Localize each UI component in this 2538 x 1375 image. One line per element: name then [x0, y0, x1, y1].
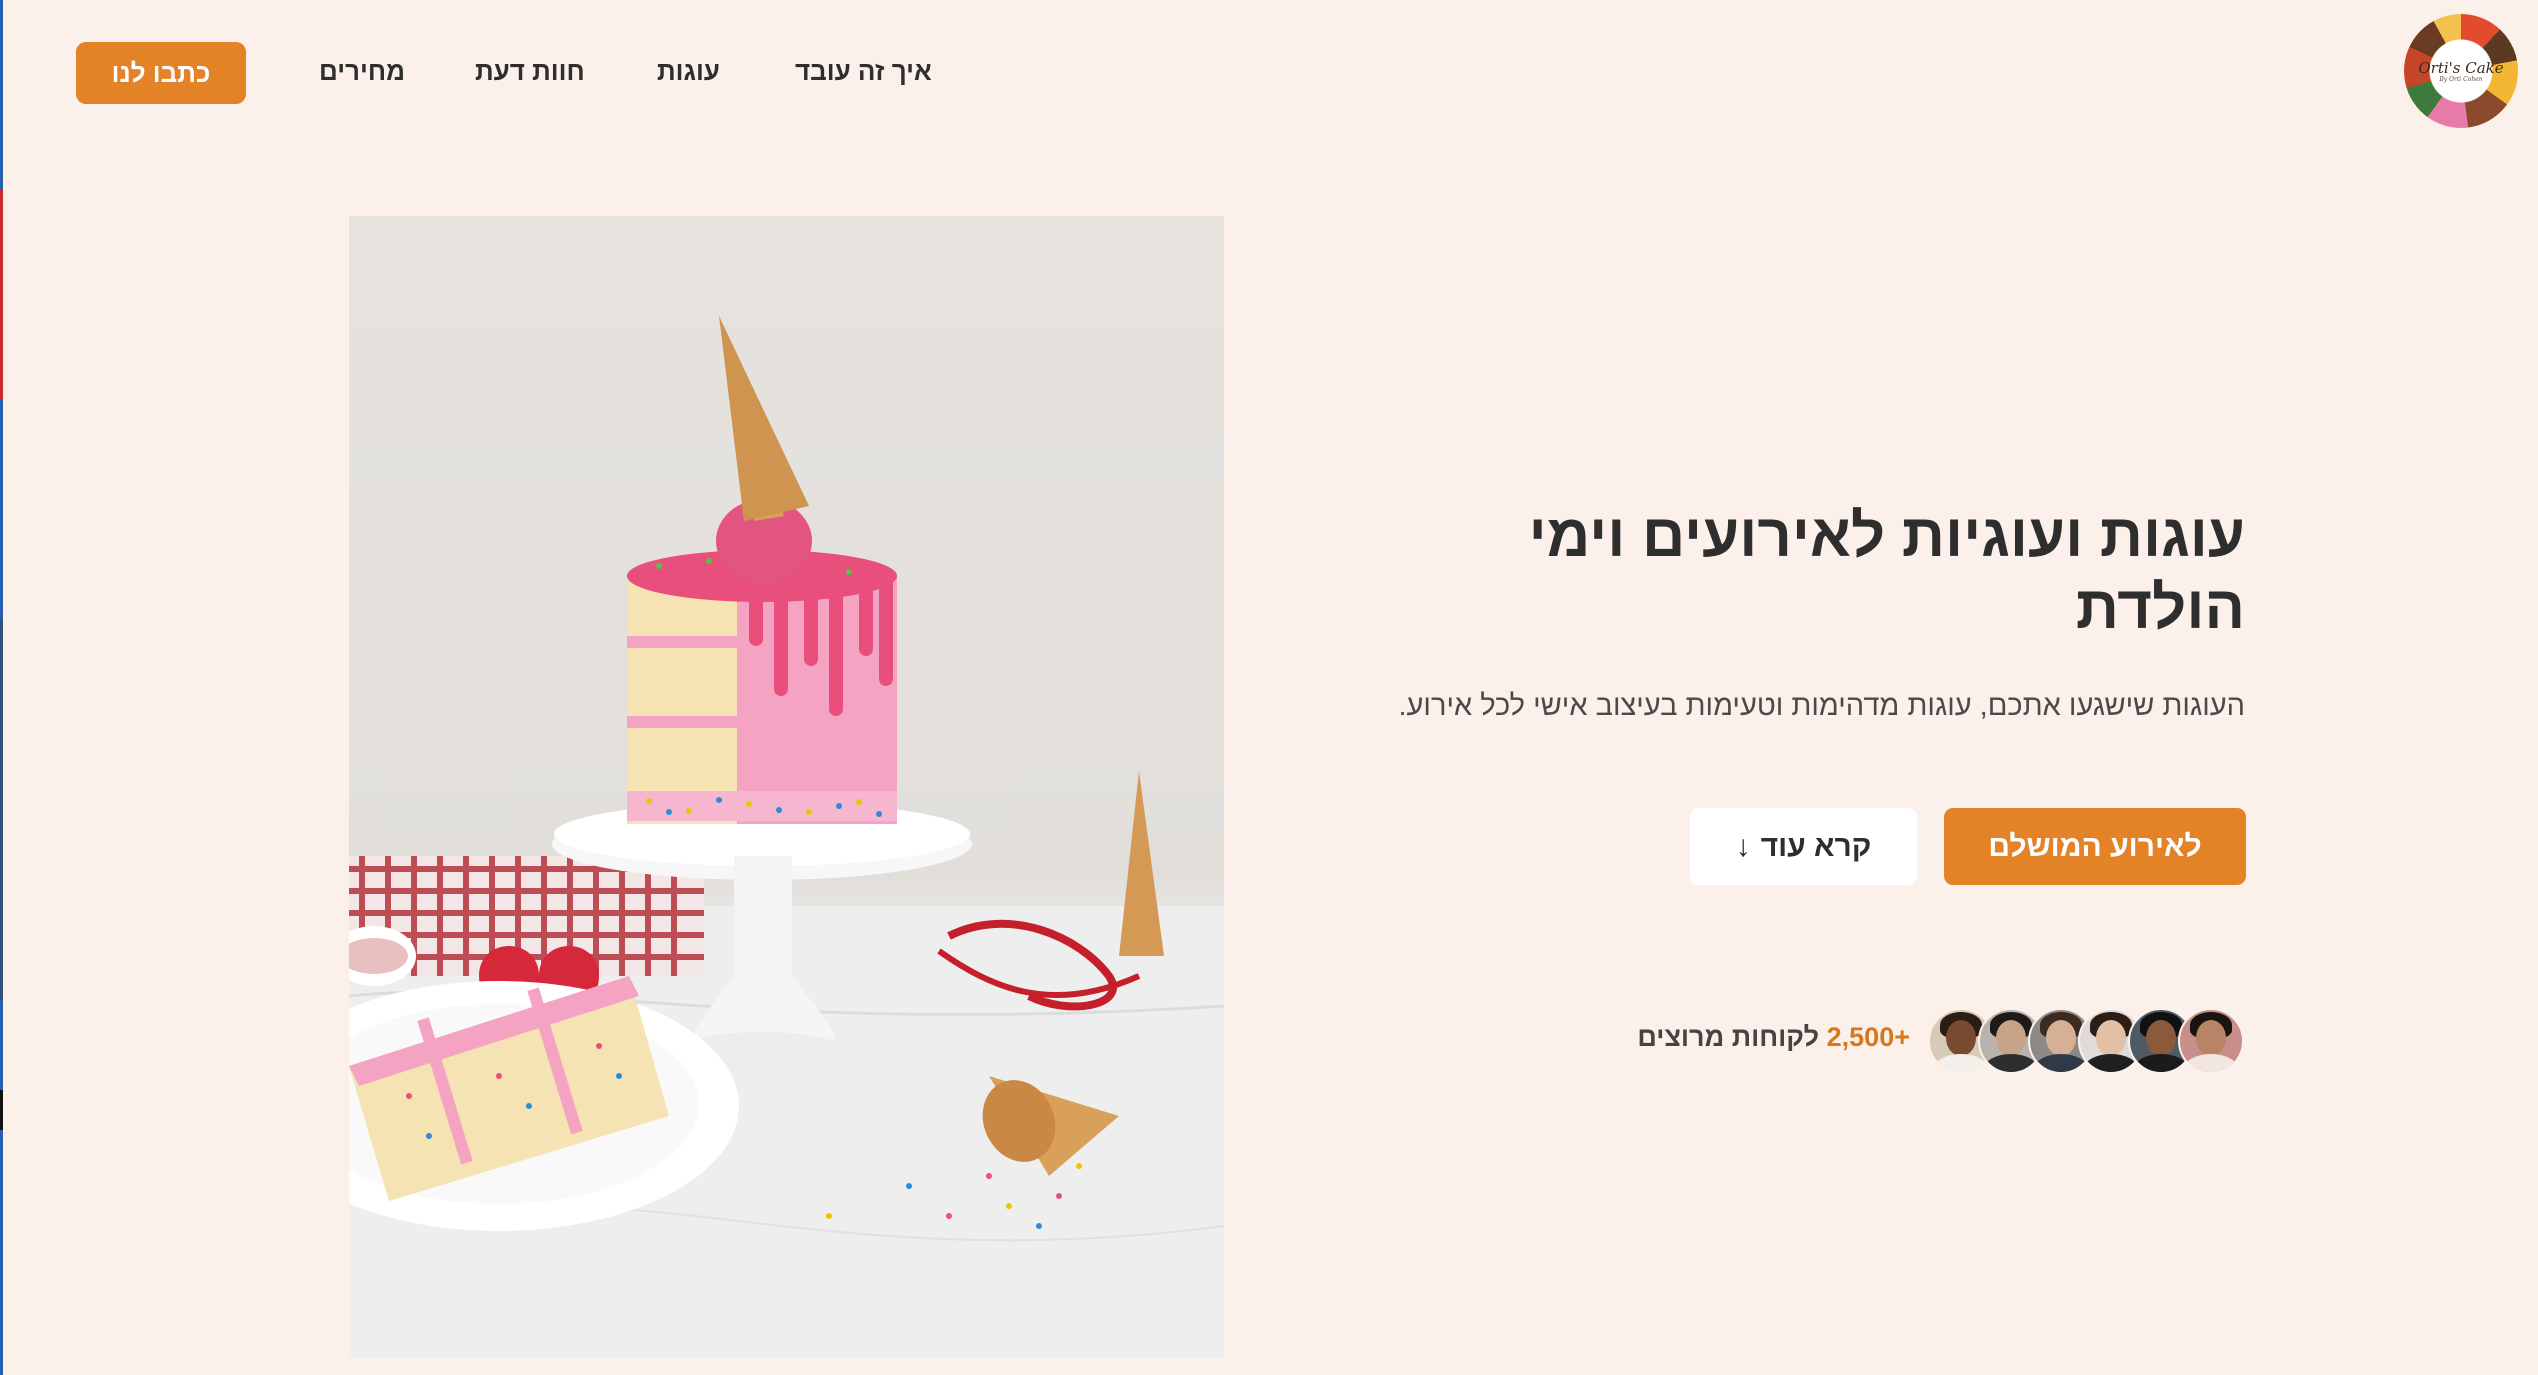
customer-avatars [1928, 1008, 2246, 1074]
customers-count: +2,500 [1826, 1022, 1910, 1052]
logo[interactable]: Orti's Cake By Orti Cohen [2404, 14, 2518, 128]
logo-subtext: By Orti Cohen [2439, 75, 2483, 83]
avatar [2178, 1008, 2244, 1074]
nav-how-it-works[interactable]: איך זה עובד [795, 56, 932, 87]
arrow-down-icon: ↓ [1735, 829, 1751, 863]
customers-label: לקוחות מרוצים [1637, 1022, 1820, 1052]
nav-reviews[interactable]: חוות דעת [475, 56, 585, 87]
hero-cake-image [349, 216, 1224, 1358]
read-more-label: קרא עוד [1760, 829, 1872, 863]
customers-count-text: +2,500 לקוחות מרוצים [1620, 1022, 1910, 1053]
hero-subtitle: העוגות שישגעו אתכם, עוגות מדהימות וטעימו… [1398, 690, 2245, 722]
contact-us-button[interactable]: כתבו לנו [76, 42, 246, 104]
nav-prices[interactable]: מחירים [319, 56, 405, 87]
nav-cakes[interactable]: עוגות [657, 56, 720, 87]
perfect-event-button[interactable]: לאירוע המושלם [1944, 808, 2246, 885]
logo-text: Orti's Cake [2418, 58, 2504, 77]
window-edge [0, 0, 3, 1375]
read-more-button[interactable]: קרא עוד ↓ [1690, 808, 1917, 885]
hero-title: עוגות ועוגיות לאירועים וימי הולדת [1528, 502, 2245, 641]
